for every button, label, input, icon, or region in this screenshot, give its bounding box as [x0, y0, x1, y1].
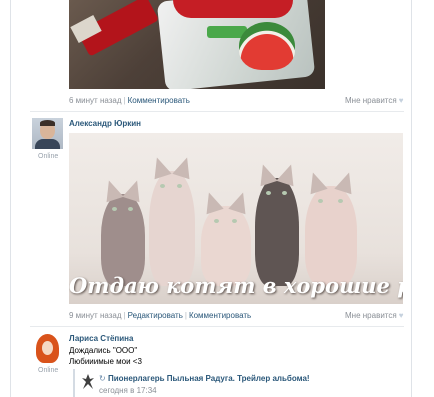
avatar[interactable] — [32, 118, 63, 149]
post3-text-line2: Любииимые мои <3 — [69, 357, 142, 366]
repost-title-text: Пионерлагерь Пыльная Радуга. Трейлер аль… — [107, 374, 310, 383]
news-feed: 6 минут назад | Комментировать Мне нравитс… — [0, 0, 434, 397]
feed-border-right — [411, 0, 412, 397]
post1-time[interactable]: 6 минут назад — [69, 96, 122, 105]
post1-meta: 6 минут назад | Комментировать — [69, 96, 190, 105]
post3-author-link[interactable]: Лариса Стёпина — [69, 334, 133, 343]
post-divider — [30, 326, 404, 327]
online-status: Online — [38, 153, 59, 160]
heart-icon: ♥ — [398, 96, 404, 105]
repost-block: ↻ Пионерлагерь Пыльная Радуга. Трейлер а… — [69, 369, 404, 397]
feed-border-left — [10, 0, 11, 397]
photo-caption: Отдаю котят в хорошие руки — [69, 273, 403, 298]
repost-time[interactable]: сегодня в 17:34 — [99, 386, 157, 395]
kitkat-pack-logo — [173, 0, 293, 18]
watermelon-graphic — [239, 22, 295, 70]
avatar[interactable] — [32, 333, 63, 364]
post1-comment-link[interactable]: Комментировать — [128, 96, 190, 105]
heart-icon: ♥ — [398, 311, 404, 320]
share-arrow-icon: ↻ — [99, 374, 106, 383]
post1-like-button[interactable]: Мне нравится ♥ — [345, 96, 403, 105]
post1-like-label: Мне нравится — [345, 96, 397, 105]
repost-title[interactable]: ↻ Пионерлагерь Пыльная Радуга. Трейлер а… — [99, 374, 310, 383]
post-divider — [30, 111, 404, 112]
repost-thumbnail-icon[interactable] — [81, 373, 95, 391]
repost-quote-bar — [73, 369, 75, 397]
post2-like-label: Мне нравится — [345, 311, 397, 320]
online-status: Online — [38, 367, 59, 374]
post2-author-link[interactable]: Александр Юркин — [69, 119, 141, 128]
post2-edit-link[interactable]: Редактировать — [128, 311, 183, 320]
post2-time[interactable]: 9 минут назад — [69, 311, 122, 320]
post2-like-button[interactable]: Мне нравится ♥ — [345, 311, 403, 320]
post2-comment-link[interactable]: Комментировать — [189, 311, 251, 320]
post3-text-line1: Дождались "ООО" — [69, 346, 138, 355]
post-photo-sphynx-kittens[interactable]: Отдаю котят в хорошие руки — [69, 133, 403, 304]
post-photo-kitkat[interactable] — [69, 0, 325, 89]
post2-meta: 9 минут назад | Редактировать | Комментирова… — [69, 311, 252, 320]
